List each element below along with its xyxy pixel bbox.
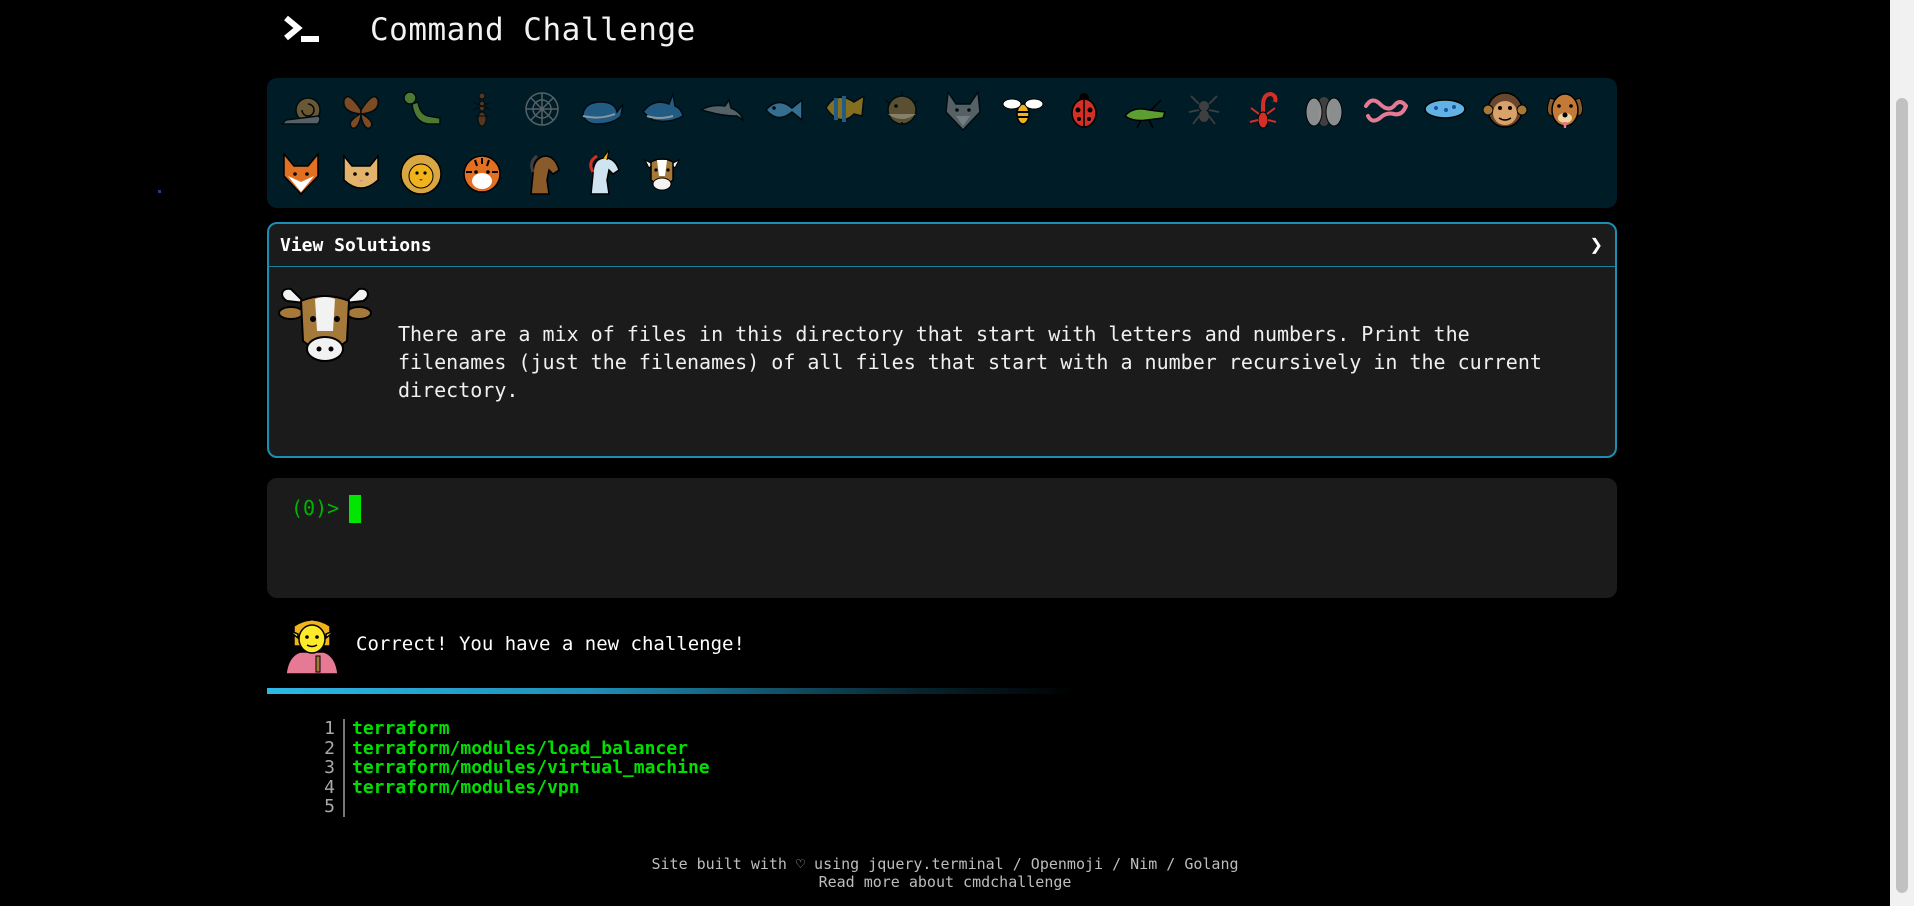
line-text: terraform	[352, 718, 450, 739]
fly-icon[interactable]	[1299, 84, 1349, 134]
scrollbar-thumb[interactable]	[1896, 98, 1908, 893]
challenge-description: There are a mix of files in this directo…	[398, 322, 1542, 402]
cricket-icon[interactable]	[1119, 84, 1169, 134]
command-output: 1 terraform 2 terraform/modules/load_balanc…	[300, 719, 710, 817]
fox-icon[interactable]	[276, 148, 326, 198]
progress-bar	[267, 688, 1077, 694]
output-line: 2 terraform/modules/load_balancer	[300, 737, 710, 759]
snail-icon[interactable]	[276, 84, 326, 134]
page-title: Command Challenge	[370, 12, 696, 48]
output-line: 3 terraform/modules/virtual_machine	[300, 758, 710, 778]
spider-web-icon[interactable]	[517, 84, 567, 134]
ladybug-icon[interactable]	[1059, 84, 1109, 134]
stray-pixel	[158, 190, 161, 193]
shark-icon[interactable]	[637, 84, 687, 134]
microbe-icon[interactable]	[1420, 84, 1470, 134]
ant-icon[interactable]	[457, 84, 507, 134]
unicorn-icon[interactable]	[577, 148, 627, 198]
terminal-prompt-icon[interactable]	[281, 8, 325, 52]
line-number: 1	[300, 719, 345, 739]
butterfly-icon[interactable]	[336, 84, 386, 134]
line-text: terraform/modules/virtual_machine	[352, 757, 710, 778]
cow-icon[interactable]	[637, 148, 687, 198]
fish-icon[interactable]	[758, 84, 808, 134]
monkey-icon[interactable]	[1480, 84, 1530, 134]
blowfish-icon[interactable]	[878, 84, 928, 134]
status-message: Correct! You have a new challenge!	[280, 612, 745, 676]
terminal-cursor	[349, 495, 361, 523]
footer-credits: Site built with ♡ using jquery.terminal …	[651, 855, 1239, 873]
dog-icon[interactable]	[1540, 84, 1590, 134]
scorpion-icon[interactable]	[1239, 84, 1289, 134]
output-line: 4 terraform/modules/vpn	[300, 776, 710, 798]
line-text	[345, 797, 352, 817]
spider-icon[interactable]	[1179, 84, 1229, 134]
line-number: 5	[300, 797, 345, 817]
line-text: terraform/modules/vpn	[352, 776, 580, 798]
caterpillar-icon[interactable]	[396, 84, 446, 134]
line-number: 2	[300, 738, 345, 758]
elf-icon	[280, 612, 344, 676]
tiger-icon[interactable]	[457, 148, 507, 198]
challenge-card: View Solutions ❯ There are a mix of file…	[267, 222, 1617, 458]
lion-icon[interactable]	[396, 148, 446, 198]
status-text: Correct! You have a new challenge!	[356, 633, 745, 655]
output-line: 5	[300, 797, 710, 817]
tropical-fish-icon[interactable]	[818, 84, 868, 134]
level-selector	[267, 78, 1617, 208]
dolphin-icon[interactable]	[697, 84, 747, 134]
view-solutions-toggle[interactable]: View Solutions ❯	[269, 224, 1615, 267]
terminal-input[interactable]: (0)>	[267, 478, 1617, 598]
page-header: Command Challenge	[281, 8, 696, 52]
worm-icon[interactable]	[1360, 84, 1410, 134]
whale-icon[interactable]	[577, 84, 627, 134]
terminal-prompt: (0)>	[291, 496, 340, 520]
chevron-right-icon: ❯	[1589, 232, 1603, 258]
bee-icon[interactable]	[998, 84, 1048, 134]
vertical-scrollbar[interactable]	[1890, 0, 1914, 906]
line-number: 4	[300, 777, 345, 797]
read-more-link[interactable]: Read more about cmdchallenge	[819, 873, 1072, 891]
output-line: 1 terraform	[300, 719, 710, 739]
footer: Site built with ♡ using jquery.terminal …	[0, 855, 1890, 891]
line-text: terraform/modules/load_balancer	[352, 737, 688, 759]
view-solutions-label: View Solutions	[280, 234, 432, 256]
horse-icon[interactable]	[517, 148, 567, 198]
line-number: 3	[300, 758, 345, 778]
cat-icon[interactable]	[336, 148, 386, 198]
cow-face-icon	[277, 279, 373, 375]
wolf-icon[interactable]	[938, 84, 988, 134]
